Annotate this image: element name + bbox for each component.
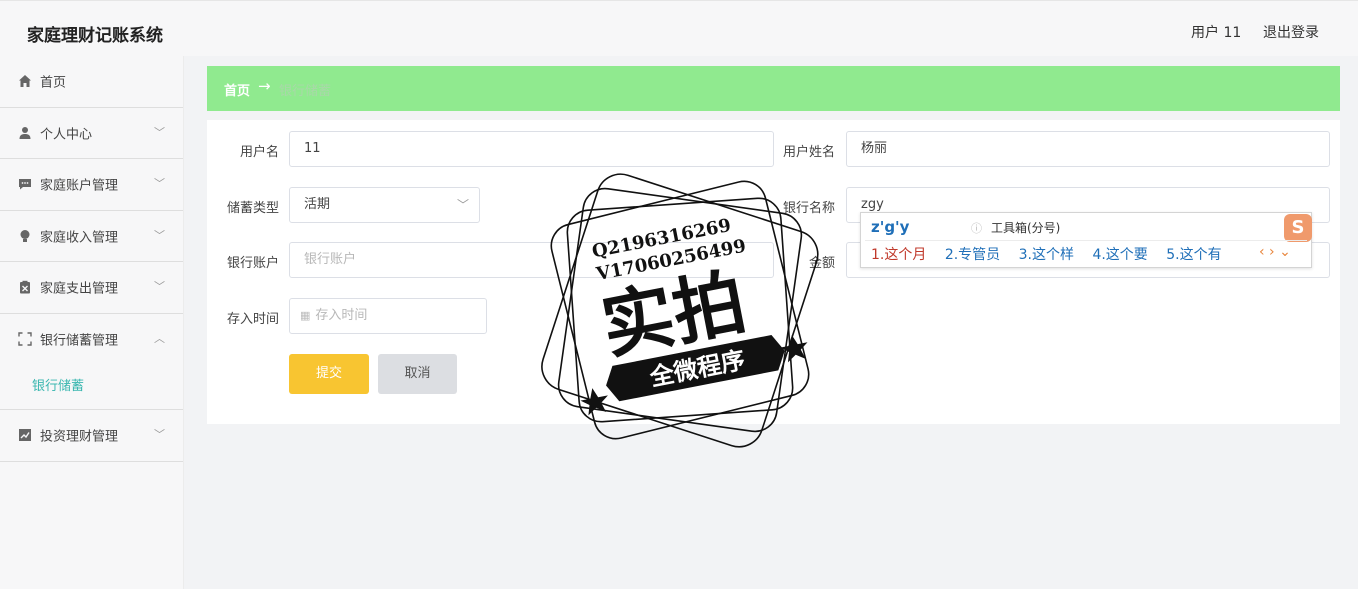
username-label: 用户名 — [239, 145, 279, 160]
sidebar-item-label: 投资理财管理 — [40, 429, 119, 445]
sidebar-item-label: 首页 — [40, 75, 67, 91]
sidebar-item-investment[interactable]: 投资理财管理 ﹀ — [0, 410, 183, 462]
cancel-button[interactable]: 取消 — [378, 354, 457, 394]
chevron-down-icon: ﹀ — [456, 198, 469, 212]
ime-toolbox-label[interactable]: 工具箱(分号) — [991, 219, 1060, 236]
deposit-time-label: 存入时间 — [226, 312, 279, 327]
breadcrumb-home-link[interactable]: 首页 — [224, 80, 250, 99]
sidebar: 首页 个人中心 ﹀ 家庭账户管理 ﹀ 家庭收入管理 ﹀ 家庭支出管理 ﹀ 银行储… — [0, 56, 184, 589]
chevron-down-icon: ﹀ — [154, 280, 165, 294]
realname-field[interactable]: 杨丽 — [846, 131, 1330, 167]
submit-button[interactable]: 提交 — [289, 354, 369, 394]
ime-candidate[interactable]: 1.这个月 — [871, 247, 926, 263]
sidebar-item-label: 家庭账户管理 — [40, 178, 119, 194]
chat-icon — [18, 177, 32, 191]
sidebar-item-label: 家庭收入管理 — [40, 230, 119, 246]
deposit-time-picker[interactable]: ▦ 存入时间 — [289, 298, 487, 334]
chart-icon — [18, 428, 32, 442]
deposit-time-placeholder: 存入时间 — [315, 308, 368, 323]
sidebar-item-bank-savings-mgmt[interactable]: 银行储蓄管理 ︿ — [0, 314, 183, 366]
breadcrumb: 首页 → 银行储蓄 — [207, 66, 1340, 111]
sogou-logo-icon: S — [1284, 214, 1312, 242]
ime-candidate[interactable]: 2.专管员 — [945, 247, 1000, 263]
chevron-down-icon: ﹀ — [154, 177, 165, 191]
chevron-down-icon: ﹀ — [154, 428, 165, 442]
chevron-down-icon: ﹀ — [154, 228, 165, 242]
chevron-down-icon: ﹀ — [154, 125, 165, 139]
person-icon — [18, 126, 32, 140]
ime-candidate[interactable]: 5.这个有 — [1166, 247, 1221, 263]
ime-page-nav-icon[interactable]: ‹ › ⌄ — [1259, 244, 1291, 260]
breadcrumb-separator: → — [258, 77, 271, 95]
ime-divider — [865, 240, 1307, 241]
fullscreen-icon — [18, 332, 32, 346]
sidebar-item-family-expense[interactable]: 家庭支出管理 ﹀ — [0, 262, 183, 314]
deposit-type-value: 活期 — [304, 197, 331, 212]
ime-candidate-list: 1.这个月 2.专管员 3.这个样 4.这个要 5.这个有 — [871, 244, 1236, 264]
breadcrumb-current: 银行储蓄 — [279, 84, 332, 99]
bank-account-label: 银行账户 — [226, 256, 279, 271]
info-icon: ⓘ — [971, 222, 982, 235]
deposit-type-label: 储蓄类型 — [226, 201, 279, 216]
top-bar: 家庭理财记账系统 用户 11 退出登录 — [0, 0, 1358, 56]
chevron-up-icon: ︿ — [154, 332, 165, 346]
watermark-stamp: Q2196316269 V17060256499 实拍 全微程序 — [541, 173, 819, 448]
sidebar-item-label: 个人中心 — [40, 127, 93, 143]
realname-label: 用户姓名 — [782, 145, 835, 160]
ime-candidate-popup: z'g'y ⓘ 工具箱(分号) S 1.这个月 2.专管员 3.这个样 4.这个… — [860, 212, 1312, 268]
ime-candidate[interactable]: 4.这个要 — [1092, 247, 1147, 263]
calendar-icon: ▦ — [300, 309, 311, 322]
sidebar-subitem-bank-savings[interactable]: 银行储蓄 — [0, 365, 183, 409]
deposit-type-select[interactable]: 活期 ﹀ — [289, 187, 480, 223]
current-user-label[interactable]: 用户 11 — [1191, 22, 1241, 42]
ime-candidate[interactable]: 3.这个样 — [1019, 247, 1074, 263]
sidebar-item-personal-center[interactable]: 个人中心 ﹀ — [0, 108, 183, 159]
sidebar-item-label: 银行储蓄管理 — [40, 333, 119, 349]
app-title: 家庭理财记账系统 — [27, 26, 163, 46]
logout-link[interactable]: 退出登录 — [1263, 22, 1319, 42]
ime-composition: z'g'y — [871, 218, 910, 236]
username-field[interactable]: 11 — [289, 131, 774, 167]
clipboard-icon — [18, 280, 32, 294]
sidebar-item-home[interactable]: 首页 — [0, 56, 183, 108]
home-icon — [18, 74, 32, 88]
bulb-icon — [18, 229, 32, 243]
sidebar-subitem-label: 银行储蓄 — [32, 379, 85, 394]
sidebar-item-family-account[interactable]: 家庭账户管理 ﹀ — [0, 159, 183, 211]
sidebar-item-family-income[interactable]: 家庭收入管理 ﹀ — [0, 211, 183, 262]
sidebar-item-label: 家庭支出管理 — [40, 281, 119, 297]
sidebar-group-bank-savings: 银行储蓄管理 ︿ 银行储蓄 — [0, 314, 183, 410]
